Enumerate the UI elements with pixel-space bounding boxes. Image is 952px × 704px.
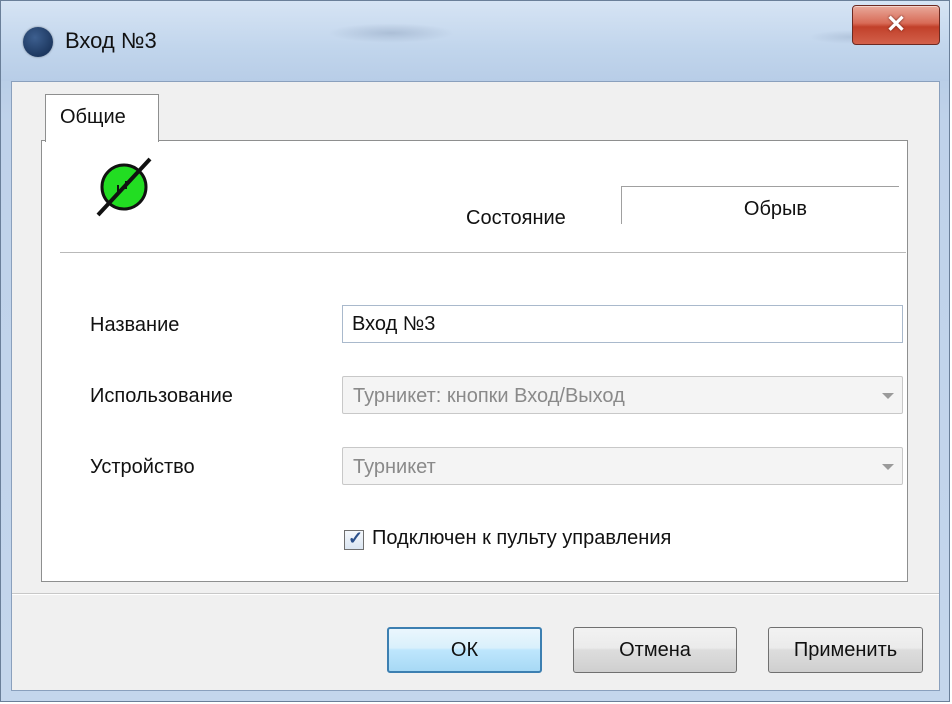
name-label: Название	[90, 314, 180, 336]
cancel-button-label: Отмена	[619, 638, 691, 661]
cancel-button[interactable]: Отмена	[573, 627, 737, 673]
tab-panel-general: Состояние Обрыв Название Использование Т…	[41, 140, 908, 582]
app-icon	[23, 27, 53, 57]
name-input[interactable]	[342, 305, 903, 343]
apply-button-label: Применить	[793, 638, 898, 661]
apply-button[interactable]: Применить	[768, 627, 923, 673]
usage-select[interactable]: Турникет: кнопки Вход/Выход	[342, 376, 903, 414]
usage-label: Использование	[90, 385, 233, 407]
section-divider	[60, 252, 906, 254]
window-title: Вход №3	[65, 28, 157, 53]
footer-divider	[12, 593, 939, 595]
dialog-window: Вход №3 ✕ Общие Состояние Обрыв Название…	[0, 0, 950, 702]
chevron-down-icon	[882, 393, 894, 399]
state-value-field: Обрыв	[621, 186, 899, 224]
ok-button-label: ОК	[450, 638, 479, 661]
device-select-value: Турникет	[353, 456, 436, 478]
input-broken-line-icon	[96, 157, 152, 217]
state-label: Состояние	[466, 207, 566, 229]
state-value: Обрыв	[743, 198, 808, 220]
connected-checkbox[interactable]: ✓	[344, 528, 364, 550]
connected-checkbox-label[interactable]: Подключен к пульту управления	[372, 527, 671, 550]
device-select[interactable]: Турникет	[342, 447, 903, 485]
checkmark-icon: ✓	[348, 528, 364, 548]
chevron-down-icon	[882, 464, 894, 470]
title-bar[interactable]: Вход №3 ✕	[1, 1, 949, 81]
close-button[interactable]: ✕	[852, 5, 940, 45]
ok-button[interactable]: ОК	[387, 627, 542, 673]
close-icon: ✕	[885, 11, 907, 38]
usage-select-value: Турникет: кнопки Вход/Выход	[353, 385, 625, 407]
tab-general[interactable]: Общие	[45, 94, 159, 142]
device-label: Устройство	[90, 456, 195, 478]
tab-general-label: Общие	[60, 106, 126, 128]
dialog-body: Общие Состояние Обрыв Название Использов…	[11, 81, 940, 691]
